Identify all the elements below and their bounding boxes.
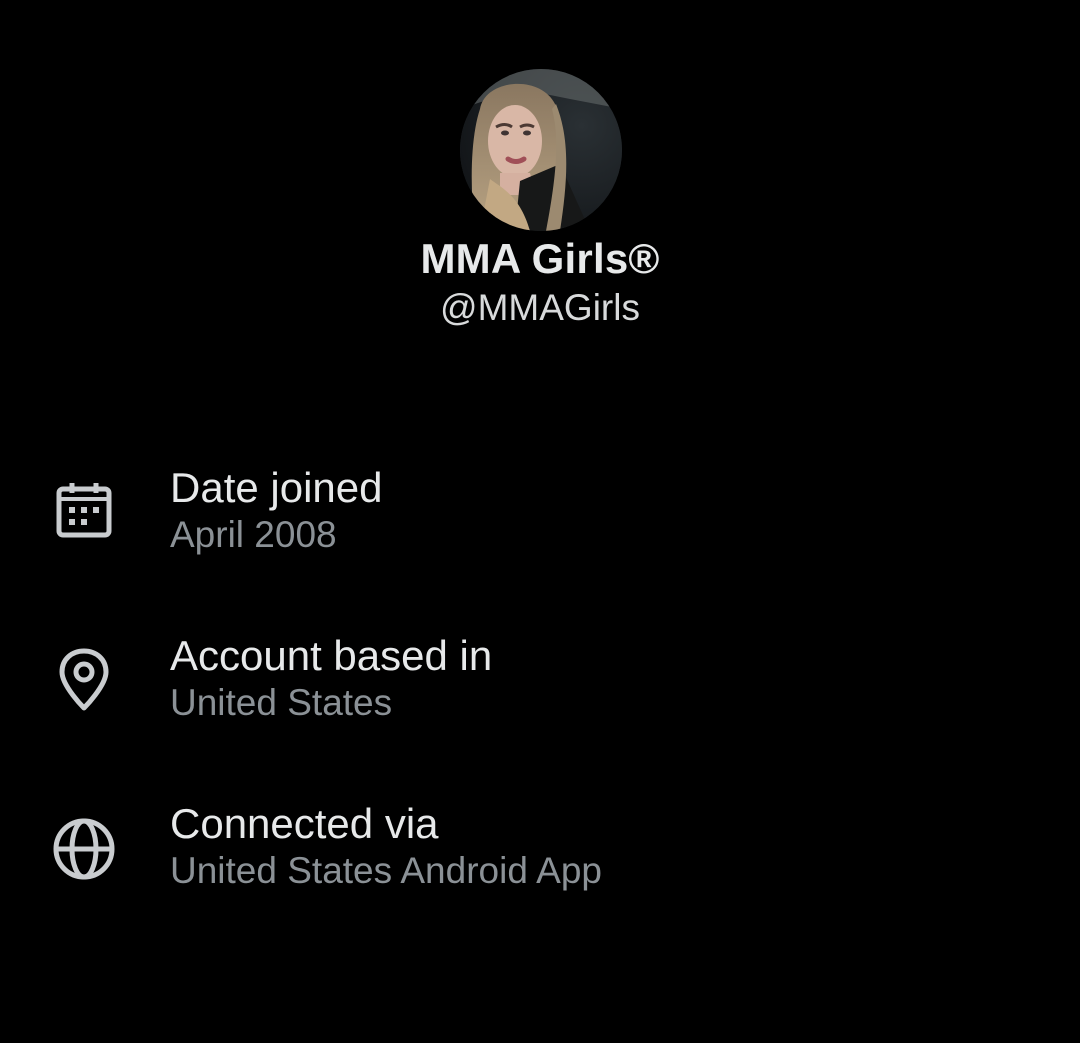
display-name: MMA Girls® [420, 235, 660, 282]
avatar[interactable] [460, 69, 622, 231]
info-label-connected-via: Connected via [170, 800, 439, 847]
info-row-connected-via: Connected via United States Android App [0, 799, 1080, 909]
info-label-date-joined: Date joined [170, 464, 383, 511]
globe-icon [50, 815, 118, 883]
user-handle: @MMAGirls [440, 287, 640, 328]
avatar-photo [460, 69, 622, 231]
info-value-date-joined: April 2008 [170, 514, 337, 555]
location-pin-icon [50, 646, 118, 714]
calendar-icon [50, 479, 118, 547]
info-value-account-based-in: United States [170, 682, 393, 723]
info-row-account-based-in: Account based in United States [0, 631, 1080, 741]
info-row-date-joined: Date joined April 2008 [0, 463, 1080, 573]
info-label-account-based-in: Account based in [170, 632, 493, 679]
account-info-screen: MMA Girls® @MMAGirls Date joined April 2… [0, 0, 1080, 1043]
info-value-connected-via: United States Android App [170, 850, 602, 891]
